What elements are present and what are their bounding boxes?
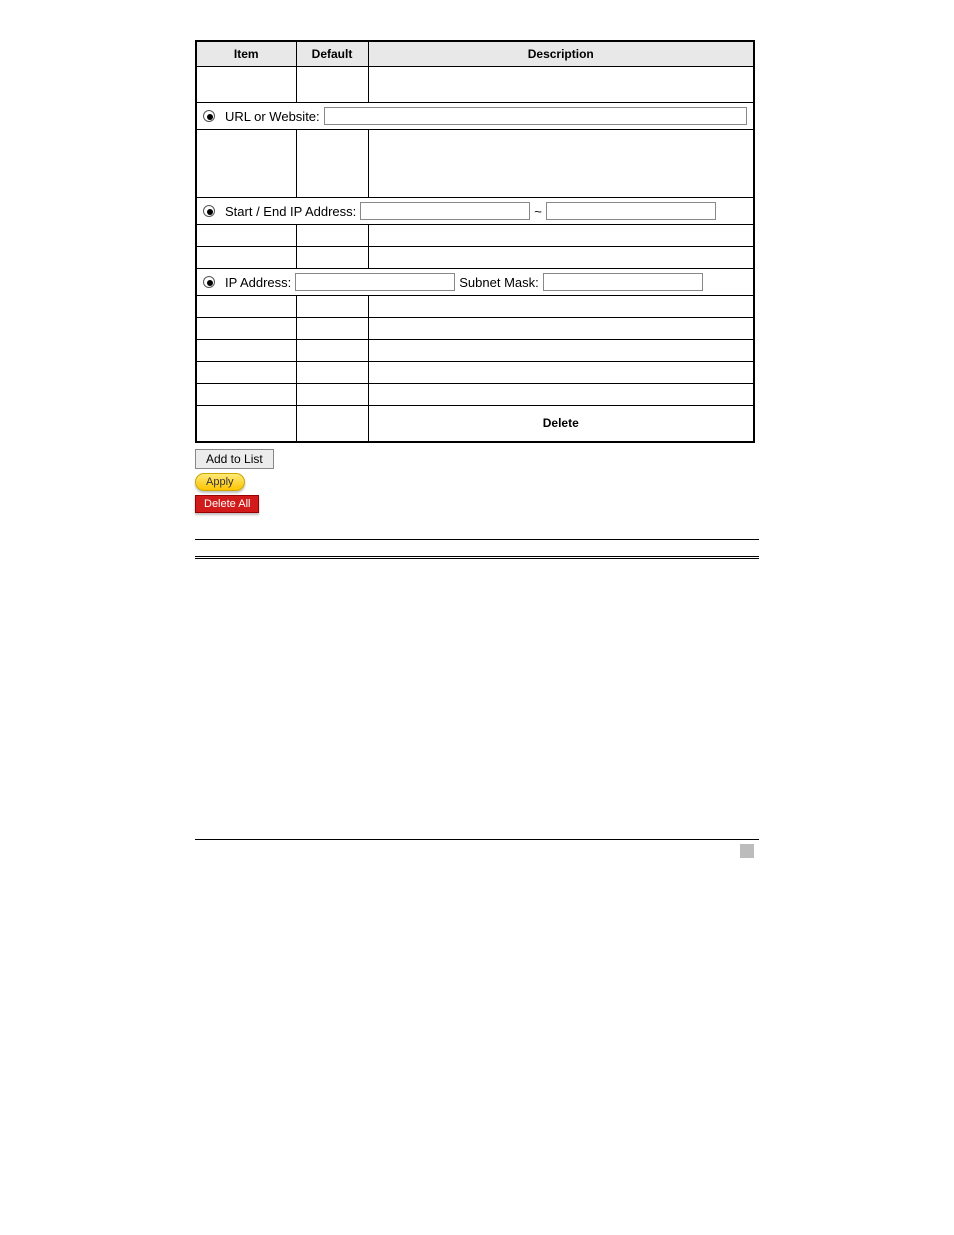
table-row (196, 340, 754, 362)
subnet-mask-input[interactable] (543, 273, 703, 291)
config-table: Item Default Description URL or Website: (195, 40, 755, 443)
ip-address-input[interactable] (295, 273, 455, 291)
table-row (196, 296, 754, 318)
divider-thin (195, 539, 759, 540)
header-default: Default (296, 41, 368, 67)
radio-ip-subnet-icon[interactable] (203, 276, 215, 288)
table-row (196, 247, 754, 269)
radio-ip-range-icon[interactable] (203, 205, 215, 217)
delete-all-button[interactable]: Delete All (195, 495, 259, 513)
header-item: Item (196, 41, 296, 67)
table-row (196, 67, 754, 103)
url-website-label: URL or Website: (225, 109, 320, 124)
ip-range-separator: ~ (534, 204, 542, 219)
ip-address-label: IP Address: (225, 275, 291, 290)
delete-row: Delete (196, 406, 754, 442)
apply-button[interactable]: Apply (195, 473, 245, 491)
url-website-input[interactable] (324, 107, 747, 125)
table-row (196, 225, 754, 247)
ip-end-input[interactable] (546, 202, 716, 220)
header-description: Description (368, 41, 754, 67)
url-website-row: URL or Website: (196, 103, 754, 130)
ip-subnet-row: IP Address: Subnet Mask: (196, 269, 754, 296)
table-row (196, 362, 754, 384)
table-row (196, 318, 754, 340)
subnet-mask-label: Subnet Mask: (459, 275, 539, 290)
add-to-list-button[interactable]: Add to List (195, 449, 274, 469)
page-number-box (740, 844, 754, 858)
divider-double (195, 556, 759, 559)
table-row (196, 130, 754, 198)
radio-url-icon[interactable] (203, 110, 215, 122)
buttons-group: Add to List Apply Delete All (195, 449, 759, 513)
table-header-row: Item Default Description (196, 41, 754, 67)
table-row (196, 384, 754, 406)
ip-start-input[interactable] (360, 202, 530, 220)
ip-range-row: Start / End IP Address: ~ (196, 198, 754, 225)
footer-divider (195, 839, 759, 840)
ip-range-label: Start / End IP Address: (225, 204, 356, 219)
delete-label: Delete (543, 416, 579, 430)
